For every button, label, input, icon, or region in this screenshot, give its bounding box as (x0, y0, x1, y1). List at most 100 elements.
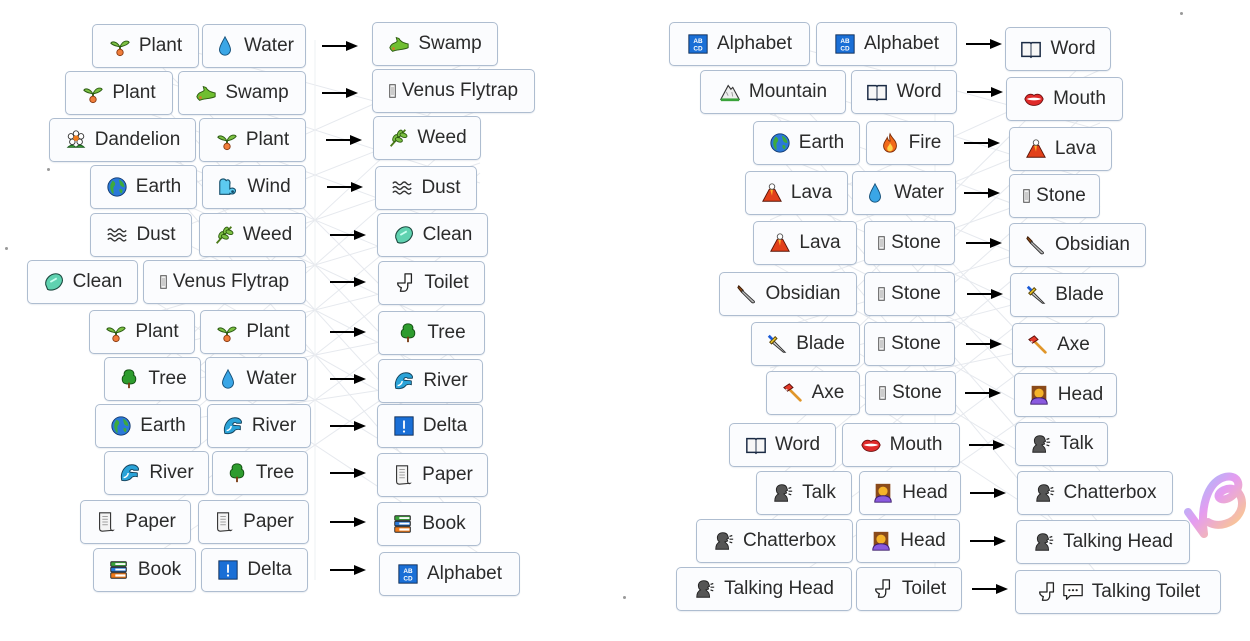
arrow-right-icon (972, 584, 1008, 594)
ingredient-element-lava[interactable]: Lava (753, 221, 857, 265)
result-element-obsidian[interactable]: Obsidian (1009, 223, 1146, 267)
ingredient-element-stone[interactable]: Stone (864, 272, 955, 316)
result-element-stone[interactable]: Stone (1009, 174, 1100, 218)
ingredient-element-water[interactable]: Water (852, 171, 956, 215)
speaking-head-icon (713, 530, 735, 552)
ingredient-element-word[interactable]: Word (851, 70, 957, 114)
element-label: Chatterbox (1063, 482, 1157, 503)
ingredient-element-obsidian[interactable]: Obsidian (719, 272, 857, 316)
abcd-icon: AB CD (834, 33, 856, 55)
ingredient-element-chatterbox[interactable]: Chatterbox (696, 519, 853, 563)
ingredient-element-head[interactable]: Head (859, 471, 961, 515)
speaking-head-icon (1033, 531, 1055, 553)
ingredient-element-alphabet[interactable]: AB CD Alphabet (669, 22, 810, 66)
ingredient-element-stone[interactable]: Stone (865, 371, 956, 415)
volcano-icon (761, 182, 783, 204)
element-label: Axe (1057, 334, 1090, 355)
lips-icon (860, 434, 882, 456)
volcano-icon (769, 232, 791, 254)
arrow-right-icon (965, 388, 1001, 398)
arrow-right-icon (966, 39, 1002, 49)
element-label: Stone (891, 333, 941, 354)
dagger-icon (766, 333, 788, 355)
svg-text:AB: AB (693, 38, 703, 45)
element-label: Chatterbox (743, 530, 836, 551)
element-label: Talking Head (724, 578, 834, 599)
woman-head-icon (870, 530, 892, 552)
element-label: Head (902, 482, 948, 503)
droplet-icon (864, 182, 886, 204)
element-label: Alphabet (716, 33, 792, 54)
result-element-talking-toilet[interactable]: Talking Toilet (1015, 570, 1221, 614)
result-element-lava[interactable]: Lava (1009, 127, 1112, 171)
ingredient-element-mouth[interactable]: Mouth (842, 423, 960, 467)
element-label: Stone (892, 382, 942, 403)
ingredient-element-head[interactable]: Head (856, 519, 960, 563)
element-label: Lava (1054, 138, 1097, 159)
globe-icon (769, 132, 791, 154)
ingredient-element-talking-head[interactable]: Talking Head (676, 567, 852, 611)
element-label: Lava (790, 182, 833, 203)
result-element-talk[interactable]: Talk (1015, 422, 1108, 466)
element-label: Talk (802, 482, 836, 503)
ingredient-element-mountain[interactable]: Mountain (700, 70, 846, 114)
arrow-right-icon (964, 138, 1000, 148)
speaking-head-icon (1030, 433, 1052, 455)
element-label: Blade (1055, 284, 1104, 305)
ingredient-element-stone[interactable]: Stone (864, 221, 955, 265)
ingredient-element-axe[interactable]: Axe (766, 371, 860, 415)
stray-dot (1180, 12, 1183, 15)
element-label: Axe (811, 382, 845, 403)
axe-icon (782, 382, 804, 404)
open-book-icon (866, 81, 888, 103)
ingredient-element-lava[interactable]: Lava (745, 171, 848, 215)
element-label: Stone (891, 232, 941, 253)
ingredient-element-earth[interactable]: Earth (753, 121, 860, 165)
result-element-axe[interactable]: Axe (1012, 323, 1105, 367)
result-element-chatterbox[interactable]: Chatterbox (1017, 471, 1173, 515)
dagger-icon (1025, 284, 1047, 306)
element-label: Fire (908, 132, 942, 153)
woman-head-icon (1028, 384, 1050, 406)
element-label: Word (896, 81, 942, 102)
element-label: Talk (1059, 433, 1094, 454)
right-recipe-panel: AB CD Alphabet AB CD Alphabet Word Mountain Word… (0, 0, 1250, 641)
open-book-icon (745, 434, 767, 456)
ingredient-element-blade[interactable]: Blade (751, 322, 860, 366)
arrow-right-icon (966, 339, 1002, 349)
element-label: Word (774, 434, 821, 455)
speaking-head-icon (694, 578, 716, 600)
ingredient-element-word[interactable]: Word (729, 423, 836, 467)
result-element-word[interactable]: Word (1005, 27, 1111, 71)
woman-head-icon (872, 482, 894, 504)
open-book-icon (1020, 38, 1042, 60)
element-label: Head (900, 530, 946, 551)
ingredient-element-fire[interactable]: Fire (866, 121, 954, 165)
missing-glyph-icon (878, 283, 885, 305)
speech-bubble-icon (1062, 581, 1084, 603)
lips-icon (1023, 88, 1045, 110)
ingredient-element-alphabet[interactable]: AB CD Alphabet (816, 22, 957, 66)
element-label: Lava (799, 232, 841, 253)
arrow-right-icon (970, 488, 1006, 498)
element-label: Stone (1036, 185, 1086, 206)
missing-glyph-icon (878, 232, 885, 254)
arrow-right-icon (964, 188, 1000, 198)
ingredient-element-stone[interactable]: Stone (864, 322, 955, 366)
speaking-head-icon (1034, 482, 1056, 504)
ingredient-element-toilet[interactable]: Toilet (856, 567, 962, 611)
result-element-mouth[interactable]: Mouth (1006, 77, 1123, 121)
element-label: Mouth (1053, 88, 1106, 109)
arrow-right-icon (966, 238, 1002, 248)
element-label: Mouth (889, 434, 943, 455)
element-label: Obsidian (765, 283, 841, 304)
result-element-head[interactable]: Head (1014, 373, 1117, 417)
svg-text:CD: CD (840, 45, 850, 52)
speaking-head-icon (772, 482, 794, 504)
axe-icon (1027, 334, 1049, 356)
svg-text:AB: AB (840, 38, 850, 45)
result-element-blade[interactable]: Blade (1010, 273, 1119, 317)
ingredient-element-talk[interactable]: Talk (756, 471, 852, 515)
element-label: Toilet (901, 578, 947, 599)
result-element-talking-head[interactable]: Talking Head (1016, 520, 1190, 564)
